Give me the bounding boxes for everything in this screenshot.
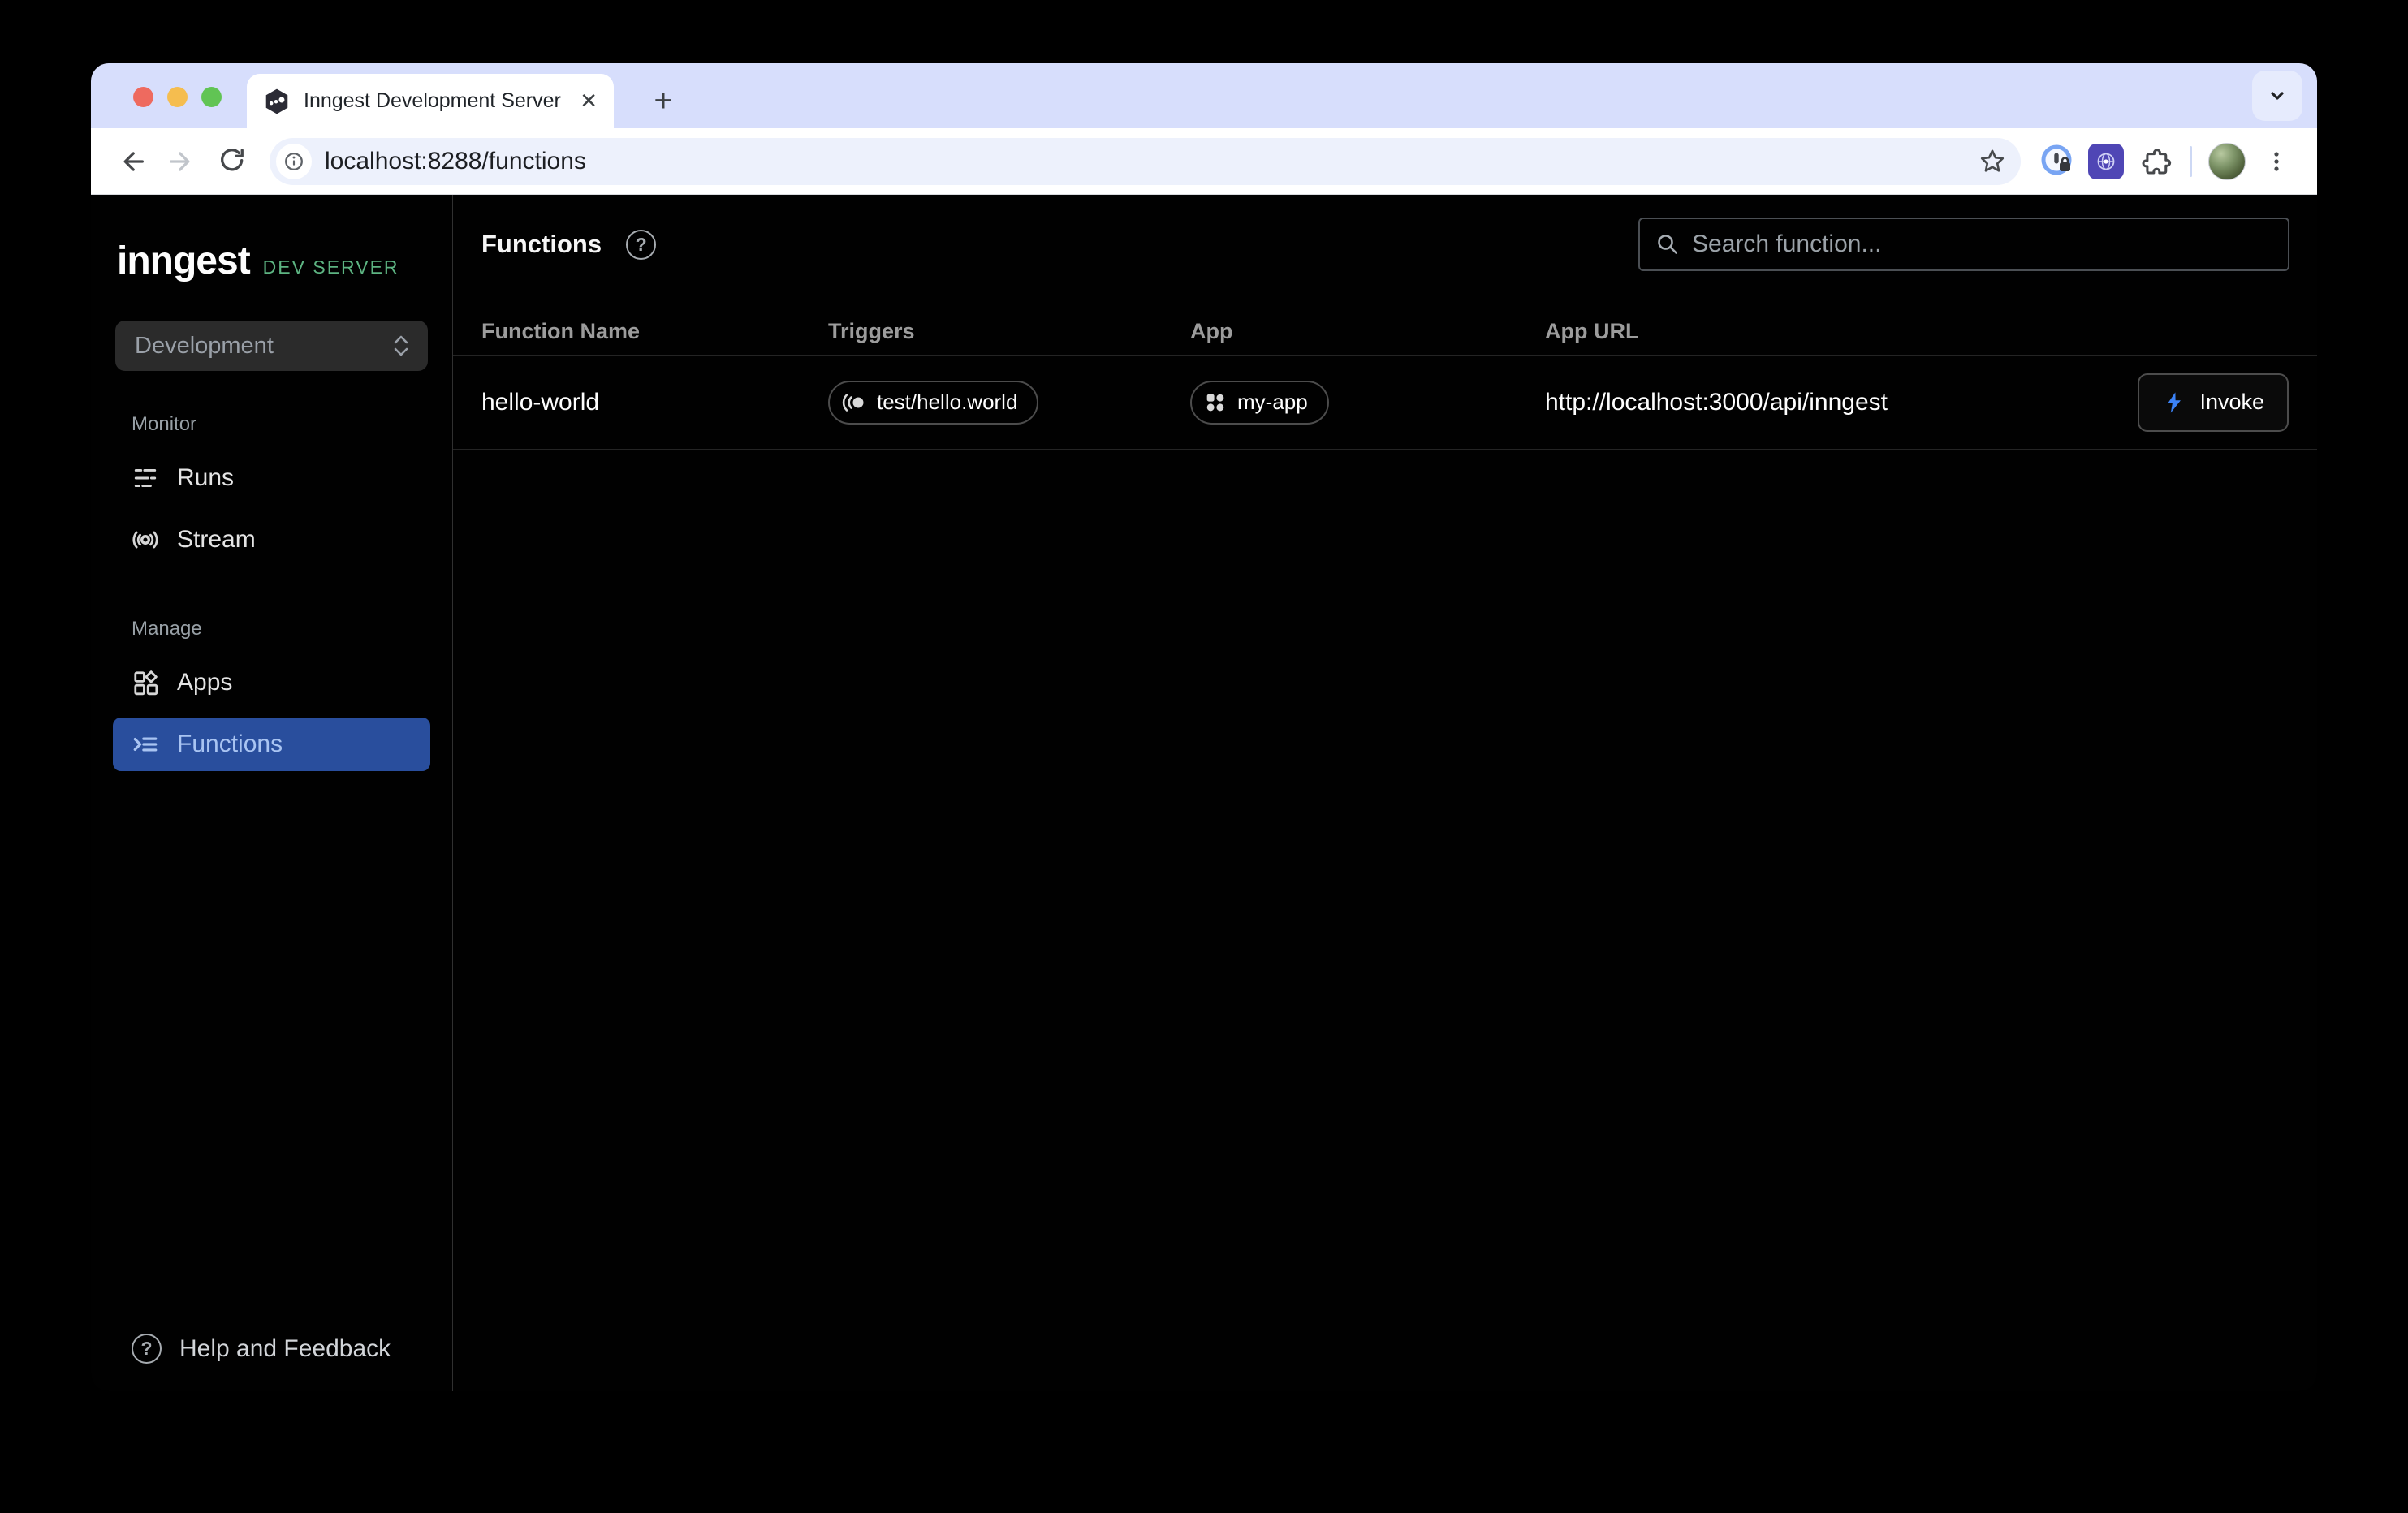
dev-server-badge: DEV SERVER [263, 256, 399, 278]
trigger-label: test/hello.world [877, 390, 1017, 415]
functions-help-icon[interactable]: ? [626, 230, 656, 260]
help-icon: ? [132, 1334, 162, 1364]
toolbar-separator [2190, 146, 2192, 177]
kebab-menu-icon [2262, 147, 2291, 176]
tab-strip: Inngest Development Server ✕ + [91, 63, 2317, 128]
tab-title: Inngest Development Server [304, 89, 567, 113]
app-grid-icon [1203, 390, 1228, 415]
logo-text: inngest [117, 239, 250, 283]
section-label-manage: Manage [132, 618, 452, 640]
apps-icon [132, 669, 159, 696]
url-text[interactable]: localhost:8288/functions [325, 148, 1964, 175]
invoke-button[interactable]: Invoke [2138, 373, 2289, 432]
column-triggers: Triggers [828, 319, 1190, 344]
browser-menu-button[interactable] [2255, 140, 2298, 183]
sidebar: inngest DEV SERVER Development Monitor R… [91, 195, 453, 1391]
lightning-bolt-icon [2162, 390, 2186, 415]
search-icon [1655, 231, 1681, 257]
inngest-favicon-icon [263, 88, 291, 115]
section-label-monitor: Monitor [132, 413, 452, 436]
bookmark-star-icon[interactable] [1977, 146, 2008, 177]
event-trigger-icon [841, 390, 867, 416]
site-info-button[interactable] [276, 144, 312, 179]
table-row[interactable]: hello-world test/hello.world [453, 356, 2317, 450]
environment-select[interactable]: Development [115, 321, 428, 371]
arrow-right-icon [166, 145, 198, 178]
tab-search-button[interactable] [2252, 71, 2302, 121]
close-window-button[interactable] [133, 87, 153, 107]
back-button[interactable] [110, 140, 153, 183]
app-badge[interactable]: my-app [1190, 381, 1329, 425]
function-name-cell[interactable]: hello-world [481, 389, 828, 416]
browser-toolbar: localhost:8288/functions [91, 128, 2317, 195]
arrow-left-icon [115, 145, 148, 178]
sidebar-item-label: Runs [177, 464, 234, 492]
search-input[interactable] [1692, 231, 2273, 258]
browser-window: Inngest Development Server ✕ + [91, 63, 2317, 1391]
reload-icon [216, 145, 248, 178]
traffic-lights [133, 87, 222, 107]
environment-select-value: Development [135, 333, 274, 360]
sidebar-item-label: Functions [177, 731, 283, 758]
page-content: inngest DEV SERVER Development Monitor R… [91, 195, 2317, 1391]
sidebar-item-label: Apps [177, 669, 232, 696]
sidebar-item-label: Stream [177, 526, 256, 554]
runs-icon [132, 464, 159, 492]
help-label: Help and Feedback [179, 1335, 391, 1363]
main-panel: Functions ? Function Name Triggers App A… [453, 195, 2317, 1391]
forward-button[interactable] [161, 140, 203, 183]
sidebar-item-functions[interactable]: Functions [113, 718, 430, 771]
column-app: App [1190, 319, 1545, 344]
browser-tab[interactable]: Inngest Development Server ✕ [247, 74, 614, 128]
reload-button[interactable] [211, 140, 253, 183]
functions-icon [132, 731, 159, 758]
app-url-cell[interactable]: http://localhost:3000/api/inngest [1545, 389, 2138, 416]
column-app-url: App URL [1545, 319, 2289, 344]
column-function-name: Function Name [481, 319, 828, 344]
search-box[interactable] [1638, 218, 2289, 271]
page-title: Functions [481, 230, 602, 259]
sidebar-item-apps[interactable]: Apps [113, 656, 430, 709]
table-header: Function Name Triggers App App URL [453, 292, 2317, 356]
new-tab-button[interactable]: + [637, 74, 690, 128]
extensions-puzzle-icon[interactable] [2134, 141, 2175, 182]
minimize-window-button[interactable] [167, 87, 188, 107]
info-circle-icon [281, 149, 307, 175]
sidebar-item-runs[interactable]: Runs [113, 451, 430, 505]
sidebar-item-stream[interactable]: Stream [113, 513, 430, 567]
zoom-window-button[interactable] [201, 87, 222, 107]
app-label: my-app [1237, 390, 1308, 415]
main-header: Functions ? [453, 195, 2317, 292]
stream-icon [132, 526, 159, 554]
help-and-feedback[interactable]: ? Help and Feedback [132, 1334, 452, 1364]
select-chevrons-icon [391, 330, 412, 362]
inngest-logo: inngest DEV SERVER [117, 239, 428, 283]
password-manager-extension-icon[interactable] [2037, 141, 2078, 182]
chevron-down-icon [2263, 81, 2292, 110]
profile-avatar[interactable] [2207, 141, 2247, 182]
purple-extension-icon[interactable] [2086, 141, 2126, 182]
trigger-badge[interactable]: test/hello.world [828, 381, 1038, 425]
invoke-label: Invoke [2199, 390, 2264, 415]
address-bar[interactable]: localhost:8288/functions [270, 138, 2021, 185]
tab-close-icon[interactable]: ✕ [580, 88, 598, 114]
